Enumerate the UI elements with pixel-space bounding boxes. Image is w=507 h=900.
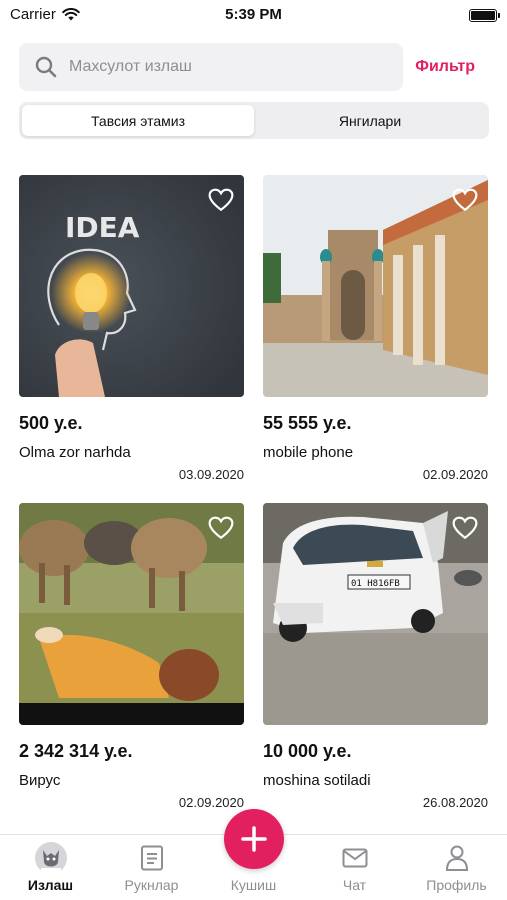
favorite-heart-icon[interactable] [208, 188, 234, 212]
tab-categories[interactable]: Рукнлар [101, 835, 202, 900]
filter-button[interactable]: Фильтр [415, 58, 489, 76]
tab-label: Рукнлар [124, 877, 179, 893]
status-time: 5:39 PM [225, 6, 282, 23]
product-card[interactable]: 55 555 у.е. mobile phone 02.09.2020 [263, 175, 488, 482]
product-image [19, 503, 244, 725]
product-title: moshina sotiladi [263, 772, 371, 789]
product-title: mobile phone [263, 444, 354, 461]
feed-segmented-control: Тавсия этамиз Янгилари [19, 102, 489, 139]
product-date: 03.09.2020 [178, 467, 244, 482]
status-bar: Carrier 5:39 PM [0, 0, 507, 30]
product-price: 55 555 у.е. [263, 413, 352, 433]
favorite-heart-icon[interactable] [452, 188, 478, 212]
tab-search[interactable]: Излаш [0, 835, 101, 900]
list-icon [140, 843, 164, 873]
search-row: Фильтр [19, 43, 489, 91]
tab-profile[interactable]: Профиль [406, 835, 507, 900]
product-card[interactable]: IDEA 500 у.е. Olma zor narhda 03.09.2020 [19, 175, 244, 482]
plus-icon [241, 826, 267, 852]
product-price: 2 342 314 у.е. [19, 741, 133, 761]
search-icon [35, 56, 57, 78]
search-box[interactable] [19, 43, 403, 91]
product-date: 02.09.2020 [422, 467, 488, 482]
product-image: IDEA [19, 175, 244, 397]
product-date: 26.08.2020 [422, 795, 488, 810]
tab-label: Профиль [426, 877, 487, 893]
product-title: Olma zor narhda [19, 444, 131, 461]
avatar-icon [34, 842, 67, 874]
product-image [263, 175, 488, 397]
tab-newest[interactable]: Янгилари [254, 105, 486, 136]
favorite-heart-icon[interactable] [452, 516, 478, 540]
search-input[interactable] [69, 58, 369, 76]
product-price: 500 у.е. [19, 413, 83, 433]
product-price: 10 000 у.е. [263, 741, 352, 761]
add-listing-button[interactable] [224, 809, 284, 869]
tab-recommended[interactable]: Тавсия этамиз [22, 105, 254, 136]
mail-icon [342, 843, 368, 873]
battery-icon [469, 9, 500, 22]
user-icon [445, 843, 469, 873]
svg-text:IDEA: IDEA [65, 211, 140, 244]
svg-text:01 H816FB: 01 H816FB [351, 579, 400, 589]
product-image: 01 H816FB [263, 503, 488, 725]
tab-label: Чат [342, 877, 367, 893]
product-card[interactable]: 01 H816FB 10 000 у.е. moshina sotiladi 2… [263, 503, 488, 810]
tab-chat[interactable]: Чат [304, 835, 405, 900]
product-card[interactable]: 2 342 314 у.е. Вирус 02.09.2020 [19, 503, 244, 810]
tab-bar: Излаш Рукнлар Кушиш Чат Профиль [0, 809, 507, 900]
tab-label: Кушиш [230, 877, 277, 893]
product-date: 02.09.2020 [178, 795, 244, 810]
favorite-heart-icon[interactable] [208, 516, 234, 540]
tab-label: Излаш [27, 877, 74, 893]
product-title: Вирус [19, 772, 61, 789]
